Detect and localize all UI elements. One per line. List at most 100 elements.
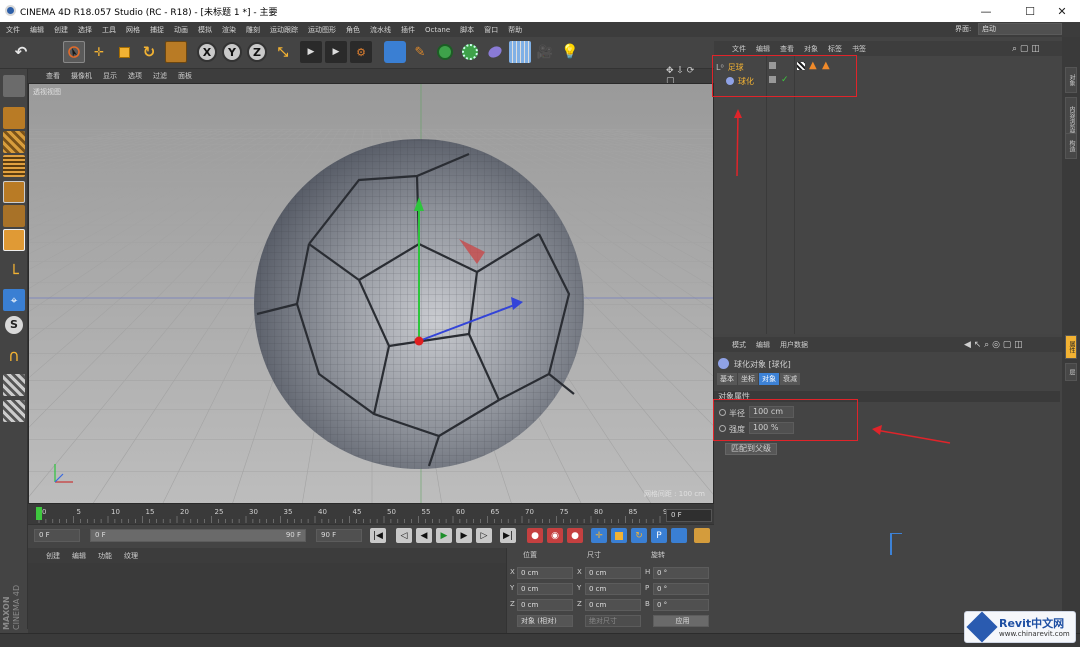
previous-frame-icon[interactable]: ◀	[416, 528, 432, 543]
model-mode-icon[interactable]	[3, 107, 25, 129]
close-button[interactable]: ✕	[1044, 0, 1080, 22]
viewport-3d[interactable]: 透视视图 网格间距 : 100 cm	[28, 83, 714, 504]
tweak-mode-icon[interactable]: ⌖	[3, 289, 25, 311]
tab-basic[interactable]: 基本	[717, 373, 737, 385]
floor-scene-icon[interactable]	[509, 41, 531, 63]
scale-icon[interactable]	[113, 41, 135, 63]
key-parameter-icon[interactable]: P	[651, 528, 667, 543]
next-key-icon[interactable]: ▷	[476, 528, 492, 543]
axis-mode-icon[interactable]: └	[3, 263, 25, 285]
size-z-field[interactable]: 0 cm	[585, 599, 641, 611]
am-menu-edit[interactable]: 编辑	[756, 340, 770, 350]
make-editable-icon[interactable]	[3, 75, 25, 97]
z-axis-lock-icon[interactable]: Z	[247, 42, 267, 62]
tab-layers[interactable]: 层	[1065, 363, 1077, 381]
apply-button[interactable]: 应用	[653, 615, 709, 627]
om-menu-edit[interactable]: 编辑	[756, 44, 770, 54]
key-point-level-icon[interactable]	[671, 528, 687, 543]
live-select-icon[interactable]	[63, 41, 85, 63]
magnet-icon[interactable]: ∩	[3, 345, 25, 367]
menu-select[interactable]: 选择	[78, 25, 92, 35]
subdivision-surface-icon[interactable]	[434, 41, 456, 63]
menu-character[interactable]: 角色	[346, 25, 360, 35]
rotate-icon[interactable]: ↻	[138, 41, 160, 63]
menu-script[interactable]: 脚本	[460, 25, 474, 35]
go-to-start-icon[interactable]: |◀	[370, 528, 386, 543]
tab-structure[interactable]: 构造	[1065, 133, 1077, 159]
planar-workplane-icon[interactable]	[3, 400, 25, 422]
material-menu-function[interactable]: 功能	[98, 551, 112, 561]
viewport-menu-cameras[interactable]: 摄像机	[71, 71, 92, 81]
size-x-field[interactable]: 0 cm	[585, 567, 641, 579]
cube-primitive-icon[interactable]	[384, 41, 406, 63]
light-icon[interactable]: 💡	[559, 41, 581, 63]
workplane-mode-icon[interactable]	[3, 155, 25, 177]
end-frame-field[interactable]: 90 F	[316, 529, 362, 542]
layout-select[interactable]: 启动	[978, 23, 1062, 35]
om-menu-view[interactable]: 查看	[780, 44, 794, 54]
viewport-menu-view[interactable]: 查看	[46, 71, 60, 81]
minimize-button[interactable]: —	[968, 0, 1004, 22]
tab-object[interactable]: 对象	[759, 373, 779, 385]
next-frame-icon[interactable]: ▶	[456, 528, 472, 543]
tab-attributes[interactable]: 属性	[1065, 335, 1077, 359]
am-menu-mode[interactable]: 模式	[732, 340, 746, 350]
om-menu-objects[interactable]: 对象	[804, 44, 818, 54]
polygons-mode-icon[interactable]	[3, 229, 25, 251]
spherified-soccer-ball[interactable]	[254, 139, 584, 469]
key-scale-icon[interactable]	[611, 528, 627, 543]
texture-mode-icon[interactable]	[3, 131, 25, 153]
menu-simulate[interactable]: 模拟	[198, 25, 212, 35]
play-icon[interactable]: ▶	[436, 528, 452, 543]
viewport-menu-filter[interactable]: 过滤	[153, 71, 167, 81]
render-view-icon[interactable]: ▶	[300, 41, 322, 63]
playhead-marker[interactable]	[36, 507, 42, 520]
go-to-end-icon[interactable]: ▶|	[500, 528, 516, 543]
material-menu-texture[interactable]: 纹理	[124, 551, 138, 561]
render-picture-viewer-icon[interactable]: ▶	[325, 41, 347, 63]
coordinate-mode-select[interactable]: 对象 (相对)	[517, 615, 573, 627]
tab-falloff[interactable]: 衰减	[780, 373, 800, 385]
viewport-menu-panel[interactable]: 面板	[178, 71, 192, 81]
menu-create[interactable]: 创建	[54, 25, 68, 35]
y-axis-lock-icon[interactable]: Y	[222, 42, 242, 62]
snap-icon[interactable]: S	[3, 314, 25, 336]
viewport-menu-display[interactable]: 显示	[103, 71, 117, 81]
menu-mograph[interactable]: 运动图形	[308, 25, 336, 35]
preview-range-slider[interactable]: 0 F 90 F	[90, 529, 306, 542]
menu-octane[interactable]: Octane	[425, 26, 450, 34]
timeline-window-icon[interactable]	[694, 528, 710, 543]
deformer-icon[interactable]	[484, 41, 506, 63]
move-icon[interactable]: ✛	[88, 41, 110, 63]
pen-spline-icon[interactable]: ✎	[409, 41, 431, 63]
maximize-button[interactable]: ☐	[1012, 0, 1048, 22]
position-y-field[interactable]: 0 cm	[517, 583, 573, 595]
fit-to-parent-button[interactable]: 匹配到父级	[725, 443, 777, 455]
menu-help[interactable]: 帮助	[508, 25, 522, 35]
rotation-h-field[interactable]: 0 °	[653, 567, 709, 579]
keyframe-selection-icon[interactable]: ●	[567, 528, 583, 543]
rotation-b-field[interactable]: 0 °	[653, 599, 709, 611]
om-menu-file[interactable]: 文件	[732, 44, 746, 54]
material-menu-create[interactable]: 创建	[46, 551, 60, 561]
om-menu-bookmarks[interactable]: 书签	[852, 44, 866, 54]
coordinate-system-icon[interactable]: ⤡	[272, 41, 294, 63]
menu-edit[interactable]: 编辑	[30, 25, 44, 35]
tab-coordinates[interactable]: 坐标	[738, 373, 758, 385]
rotation-p-field[interactable]: 0 °	[653, 583, 709, 595]
edges-mode-icon[interactable]	[3, 205, 25, 227]
menu-plugins[interactable]: 插件	[401, 25, 415, 35]
x-axis-lock-icon[interactable]: X	[197, 42, 217, 62]
previous-key-icon[interactable]: ◁	[396, 528, 412, 543]
menu-pipeline[interactable]: 流水线	[370, 25, 391, 35]
material-manager-area[interactable]	[28, 563, 506, 633]
record-keys-icon[interactable]: ●	[527, 528, 543, 543]
points-mode-icon[interactable]	[3, 181, 25, 203]
key-rotation-icon[interactable]: ↻	[631, 528, 647, 543]
current-frame-field[interactable]: 0 F	[666, 509, 712, 522]
undo-icon[interactable]: ↶	[6, 41, 36, 63]
mograph-cloner-icon[interactable]	[459, 41, 481, 63]
render-settings-icon[interactable]: ⚙	[350, 41, 372, 63]
position-x-field[interactable]: 0 cm	[517, 567, 573, 579]
menu-motion-tracking[interactable]: 运动跟踪	[270, 25, 298, 35]
